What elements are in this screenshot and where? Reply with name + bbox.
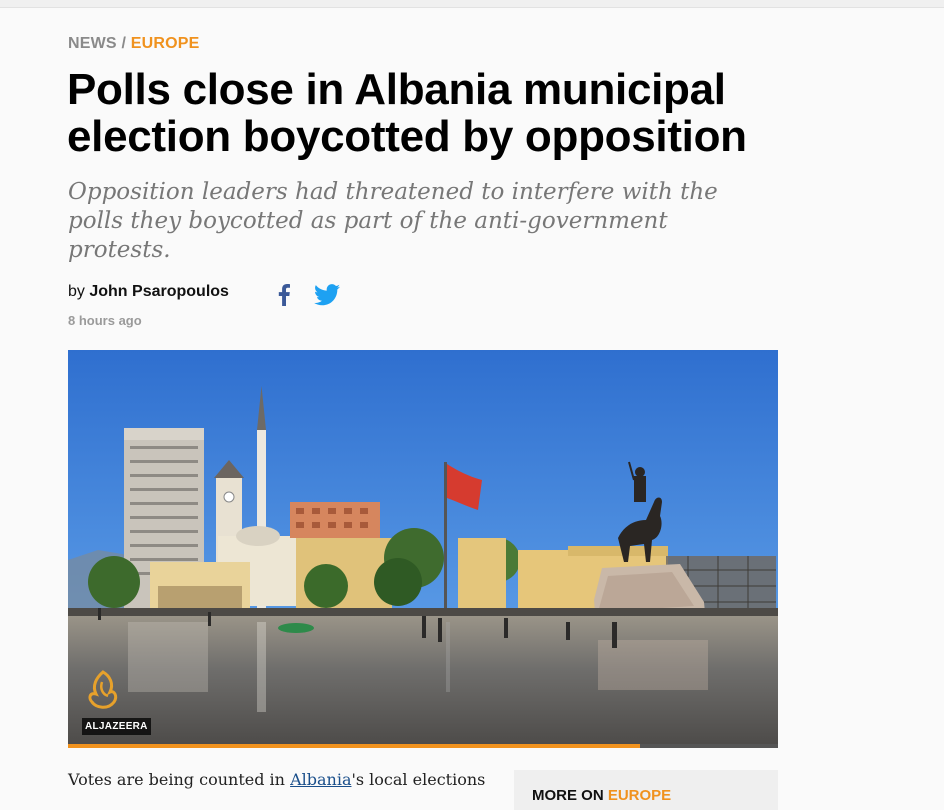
browser-top-strip — [0, 0, 944, 8]
breadcrumb-separator: / — [121, 35, 127, 52]
body-text-rest: 's local elections — [351, 770, 486, 789]
byline-prefix: by — [68, 283, 85, 300]
twitter-icon — [314, 284, 340, 306]
aljazeera-watermark: ALJAZEERA — [82, 718, 151, 735]
facebook-icon — [278, 284, 290, 306]
facebook-share-button[interactable] — [278, 283, 290, 307]
video-player[interactable]: ALJAZEERA — [68, 350, 778, 748]
author-link[interactable]: John Psaropoulos — [89, 283, 229, 300]
albania-link[interactable]: Albania — [290, 770, 351, 789]
video-progress-fill — [68, 744, 641, 748]
video-frame-tirana-square — [68, 350, 778, 748]
article-headline: Polls close in Albania municipal electio… — [67, 65, 747, 161]
byline: by John Psaropoulos — [68, 283, 229, 301]
breadcrumb: NEWS / EUROPE — [68, 35, 200, 53]
video-progress-bar[interactable] — [68, 744, 778, 748]
more-on-europe-panel: MORE ON EUROPE — [514, 770, 778, 810]
breadcrumb-news-link[interactable]: NEWS — [68, 35, 117, 52]
article-subheadline: Opposition leaders had threatened to int… — [68, 179, 718, 263]
aljazeera-logo: ALJAZEERA — [82, 668, 151, 735]
aljazeera-emblem-icon — [88, 670, 118, 709]
article-body-paragraph: Votes are being counted in Albania's loc… — [68, 768, 488, 792]
body-text-start: Votes are being counted in — [68, 770, 285, 789]
article-timestamp: 8 hours ago — [68, 313, 142, 328]
twitter-share-button[interactable] — [314, 283, 340, 307]
breadcrumb-category-link[interactable]: EUROPE — [131, 35, 200, 52]
